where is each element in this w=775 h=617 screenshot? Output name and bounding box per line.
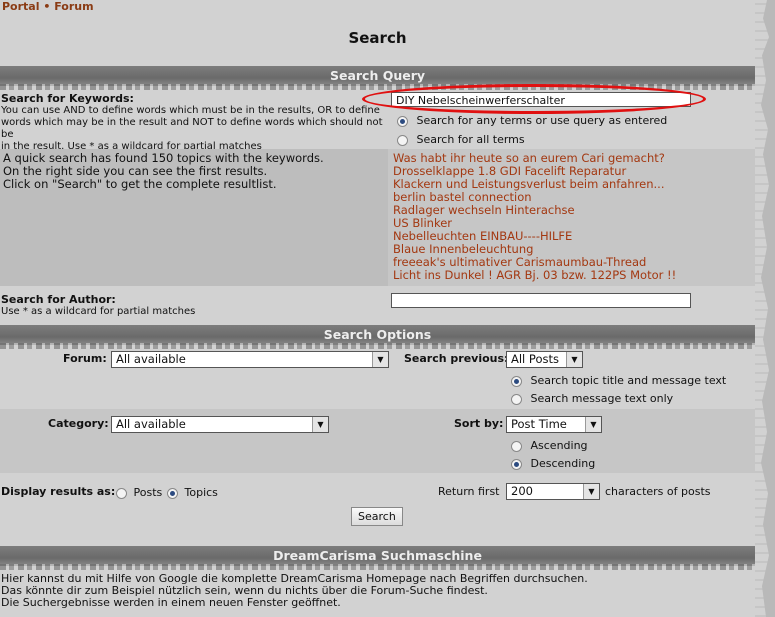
chevron-down-icon[interactable]: ▼ <box>583 484 599 499</box>
keywords-help-line: words which may be in the result and NOT… <box>1 117 383 140</box>
option-message-only[interactable]: Search message text only <box>511 392 673 405</box>
option-title-text[interactable]: Search topic title and message text <box>511 374 726 387</box>
forum-select[interactable]: All available ▼ <box>111 351 389 368</box>
option-descending-label: Descending <box>530 457 596 470</box>
keywords-help: You can use AND to define words which mu… <box>1 105 391 153</box>
radio-any-terms[interactable] <box>397 115 408 127</box>
option-all-terms[interactable]: Search for all terms <box>397 133 525 146</box>
option-all-terms-label: Search for all terms <box>416 133 525 146</box>
option-ascending[interactable]: Ascending <box>511 439 588 452</box>
sort-by-label: Sort by: <box>454 417 504 430</box>
author-label: Search for Author: <box>1 293 116 306</box>
radio-title-text[interactable] <box>511 375 522 387</box>
radio-all-terms[interactable] <box>397 134 408 146</box>
breadcrumb-separator: • <box>43 0 51 13</box>
forum-label: Forum: <box>63 352 107 365</box>
quick-results-info: A quick search has found 150 topics with… <box>3 152 324 191</box>
sort-by-select[interactable]: Post Time ▼ <box>506 416 602 433</box>
keywords-label: Search for Keywords: <box>1 92 134 105</box>
sort-by-value: Post Time <box>511 417 567 431</box>
radio-message-only[interactable] <box>511 393 522 405</box>
search-options-header: Search Options <box>0 325 755 349</box>
chevron-down-icon[interactable]: ▼ <box>585 417 601 432</box>
search-engine-header: DreamCarisma Suchmaschine <box>0 546 755 570</box>
engine-text-line: Die Suchergebnisse werden in einem neuen… <box>1 596 341 609</box>
return-first-label: Return first <box>438 485 500 498</box>
search-engine-description: Hier kannst du mit Hilfe von Google die … <box>1 573 588 609</box>
option-topics-label: Topics <box>184 486 218 499</box>
search-previous-select[interactable]: All Posts ▼ <box>506 351 583 368</box>
page-title: Search <box>348 29 407 47</box>
display-results-label: Display results as: <box>1 485 116 498</box>
category-select[interactable]: All available ▼ <box>111 416 329 433</box>
return-suffix-label: characters of posts <box>605 485 711 498</box>
option-ascending-label: Ascending <box>530 439 588 452</box>
option-posts-label: Posts <box>133 486 163 499</box>
option-any-terms[interactable]: Search for any terms or use query as ent… <box>397 114 667 127</box>
radio-descending[interactable] <box>511 458 522 470</box>
search-button[interactable]: Search <box>351 507 403 526</box>
search-previous-label: Search previous: <box>404 352 509 365</box>
chevron-down-icon[interactable]: ▼ <box>566 352 582 367</box>
option-topics[interactable]: Topics <box>167 486 218 499</box>
return-first-select[interactable]: 200 ▼ <box>506 483 600 500</box>
option-posts[interactable]: Posts <box>116 486 162 499</box>
breadcrumb: Portal • Forum <box>2 0 94 13</box>
author-input[interactable] <box>391 293 691 308</box>
option-message-only-label: Search message text only <box>530 392 674 405</box>
author-help: Use * as a wildcard for partial matches <box>1 306 196 317</box>
forum-select-value: All available <box>116 352 186 366</box>
option-title-text-label: Search topic title and message text <box>530 374 727 387</box>
quick-info-line: Click on "Search" to get the complete re… <box>3 177 277 191</box>
torn-edge <box>755 0 769 617</box>
result-link[interactable]: Licht ins Dunkel ! AGR Bj. 03 bzw. 122PS… <box>393 269 676 282</box>
option-descending[interactable]: Descending <box>511 457 595 470</box>
breadcrumb-portal[interactable]: Portal <box>2 0 40 13</box>
radio-topics[interactable] <box>167 487 178 499</box>
radio-posts[interactable] <box>116 487 127 499</box>
keywords-help-line: You can use AND to define words which mu… <box>1 105 380 116</box>
return-first-value: 200 <box>511 484 533 498</box>
option-any-terms-label: Search for any terms or use query as ent… <box>416 114 668 127</box>
radio-ascending[interactable] <box>511 440 522 452</box>
search-previous-value: All Posts <box>511 352 559 366</box>
search-query-header: Search Query <box>0 66 755 90</box>
breadcrumb-forum[interactable]: Forum <box>54 0 93 13</box>
highlight-oval <box>362 84 706 114</box>
quick-results-list: Was habt ihr heute so an eurem Cari gema… <box>393 152 676 282</box>
chevron-down-icon[interactable]: ▼ <box>312 417 328 432</box>
category-select-value: All available <box>116 417 186 431</box>
category-label: Category: <box>48 417 109 430</box>
chevron-down-icon[interactable]: ▼ <box>372 352 388 367</box>
